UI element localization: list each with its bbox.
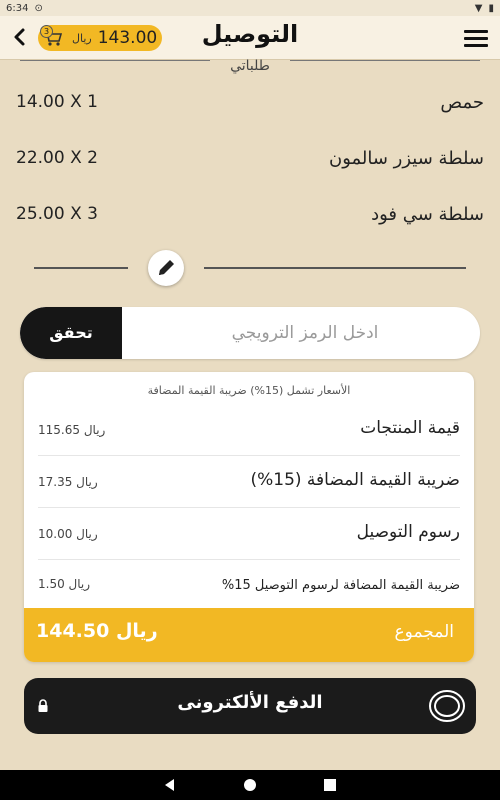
nav-home-icon[interactable] [240,775,260,795]
summary-row: قيمة المنتجات 115.65 ريال [38,406,460,456]
section-title: طلباتي [230,58,270,74]
row-label: رسوم التوصيل [356,522,460,542]
nav-back-icon[interactable] [160,775,180,795]
status-bar: 6:34 ⊙ ▼ ▮ [0,0,500,16]
vat-note: الأسعار تشمل (15%) ضريبة القيمة المضافة [147,384,351,397]
promo-code-box: تحقق [20,307,480,359]
divider [204,267,466,269]
order-summary: الأسعار تشمل (15%) ضريبة القيمة المضافة … [24,372,474,662]
row-value: 1.50 ريال [38,577,91,591]
verify-button[interactable]: تحقق [20,307,122,359]
item-qty: 22.00 X 2 [16,148,98,168]
item-qty: 25.00 X 3 [16,204,98,224]
notification-icon: ⊙ [34,2,43,14]
edit-order-button[interactable] [148,250,184,286]
hamburger-icon [464,30,488,33]
edit-divider [0,250,500,286]
item-name: حمص [440,92,484,113]
app-bar: 3 ريال 143.00 التوصيل [0,16,500,60]
row-value: 10.00 ريال [38,527,98,541]
row-value: 115.65 ريال [38,423,106,437]
pencil-icon [159,260,174,275]
row-label: قيمة المنتجات [360,418,460,438]
row-value: 17.35 ريال [38,475,98,489]
pay-button-label: الدفع الألكترونى [177,692,323,713]
status-time: 6:34 [6,2,29,14]
divider [34,267,128,269]
total-value: 144.50 ريال [36,620,158,642]
summary-row: ضريبة القيمة المضافة (15%) 17.35 ريال [38,458,460,508]
total-label: المجموع [394,622,454,642]
hamburger-line [464,37,488,40]
summary-row: رسوم التوصيل 10.00 ريال [38,510,460,560]
row-label: ضريبة القيمة المضافة لرسوم التوصيل 15% [221,578,460,593]
battery-icon: ▮ [488,2,494,14]
page-title: التوصيل [201,20,299,48]
nav-recents-icon[interactable] [320,775,340,795]
hamburger-line [464,44,488,47]
menu-button[interactable] [464,30,488,50]
wifi-icon: ▼ [474,2,483,14]
promo-code-input[interactable] [144,307,466,359]
total-bar: المجموع 144.50 ريال [24,608,474,662]
item-name: سلطة سيزر سالمون [328,148,484,169]
list-item: 14.00 X 1 حمص [16,88,484,118]
electronic-payment-button[interactable]: الدفع الألكترونى [24,678,476,734]
list-item: 25.00 X 3 سلطة سي فود [16,200,484,230]
row-label: ضريبة القيمة المضافة (15%) [250,470,460,490]
system-nav-bar [0,770,500,800]
list-item: 22.00 X 2 سلطة سيزر سالمون [16,144,484,174]
item-qty: 14.00 X 1 [16,92,98,112]
summary-row: ضريبة القيمة المضافة لرسوم التوصيل 15% 1… [38,560,460,610]
payment-ring-icon [429,690,465,722]
item-name: سلطة سي فود [371,204,484,225]
section-header: طلباتي [0,58,500,78]
